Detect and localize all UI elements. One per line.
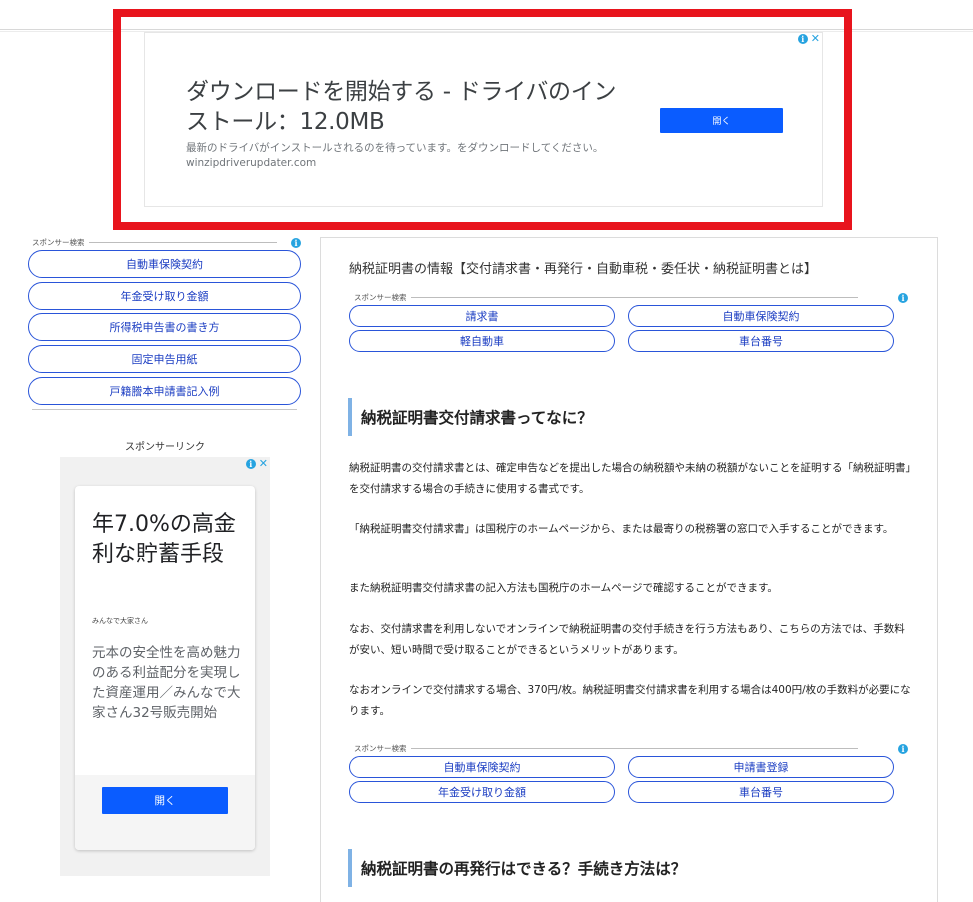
main-sponsor-search-2: スポンサー検索 i 自動車保険契約 申請書登録 年金受け取り金額 車台番号	[349, 743, 908, 803]
highlight-box	[113, 9, 852, 230]
sidebar-sponsor-search: スポンサー検索 i 自動車保険契約 年金受け取り金額 所得税申告書の書き方 固定…	[28, 237, 301, 408]
sponsor-label: スポンサー検索	[354, 744, 407, 753]
sidebar-ad-open-button[interactable]: 開く	[102, 787, 228, 814]
info-icon[interactable]: i	[898, 743, 908, 754]
sponsor-rule	[88, 242, 277, 243]
sidebar-ad-body: 元本の安全性を高め魅力のある利益配分を実現した資産運用／みんなで大家さん32号販…	[92, 645, 241, 721]
sponsor-label: スポンサー検索	[354, 293, 407, 302]
sidebar-ad-card[interactable]: 年7.0%の高金利な貯蓄手段 みんなで大家さん 元本の安全性を高め魅力のある利益…	[75, 486, 255, 850]
sponsor-link-car-insurance[interactable]: 自動車保険契約	[628, 305, 894, 327]
sidebar-link-4[interactable]: 戸籍謄本申請書記入例	[28, 376, 301, 405]
sponsor-link-chassis-number[interactable]: 車台番号	[628, 781, 894, 803]
info-icon[interactable]: i	[898, 292, 908, 303]
sidebar-link-3[interactable]: 固定申告用紙	[28, 345, 301, 374]
sponsor-link-seikyusho[interactable]: 請求書	[349, 305, 615, 327]
info-icon[interactable]: i	[291, 237, 301, 248]
sponsor-link-pension[interactable]: 年金受け取り金額	[349, 781, 615, 803]
sidebar-link-0[interactable]: 自動車保険契約	[28, 250, 301, 278]
paragraph-2: 「納税証明書交付請求書」は国税庁のホームページから、または最寄りの税務署の窓口で…	[349, 523, 894, 535]
sidebar-divider	[32, 409, 297, 410]
sidebar-ad[interactable]: i ✕ 年7.0%の高金利な貯蓄手段 みんなで大家さん 元本の安全性を高め魅力の…	[60, 457, 270, 876]
sponsor-links: 請求書 自動車保険契約 軽自動車 車台番号	[349, 305, 908, 352]
sponsor-header: スポンサー検索 i	[32, 237, 301, 248]
sponsor-header: スポンサー検索 i	[354, 743, 908, 754]
paragraph-5: なおオンラインで交付請求する場合、370円/枚。納税証明書交付請求書を利用する場…	[349, 684, 911, 717]
sponsor-links: 自動車保険契約 申請書登録 年金受け取り金額 車台番号	[349, 756, 908, 803]
info-icon[interactable]: i	[245, 458, 256, 469]
sponsor-rule	[410, 748, 858, 749]
sidebar-ad-title[interactable]: 年7.0%の高金利な貯蓄手段	[92, 510, 247, 570]
sponsor-link-kei-car[interactable]: 軽自動車	[349, 330, 615, 352]
main-sponsor-search-1: スポンサー検索 i 請求書 自動車保険契約 軽自動車 車台番号	[349, 292, 908, 352]
sponsor-link-car-insurance[interactable]: 自動車保険契約	[349, 756, 615, 778]
sidebar-link-2[interactable]: 所得税申告書の書き方	[28, 313, 301, 342]
sidebar-ad-footer: 開く	[75, 775, 255, 850]
paragraph-1: 納税証明書の交付請求書とは、確定申告などを提出した場合の納税額や未納の税額がない…	[349, 462, 911, 495]
page-title: 納税証明書の情報【交付請求書・再発行・自動車税・委任状・納税証明書とは】	[349, 262, 818, 277]
sidebar-ad-brand: みんなで大家さん	[92, 617, 148, 625]
sponsor-link-application[interactable]: 申請書登録	[628, 756, 894, 778]
sponsor-link-label: スポンサーリンク	[125, 442, 205, 453]
sidebar-link-1[interactable]: 年金受け取り金額	[28, 281, 301, 310]
sponsor-header: スポンサー検索 i	[354, 292, 908, 303]
ad-choices[interactable]: i ✕	[245, 458, 268, 469]
section-heading-1: 納税証明書交付請求書ってなに？	[348, 398, 908, 436]
page: i ✕ ダウンロードを開始する - ドライバのインストール：12.0MB 最新の…	[0, 0, 973, 902]
close-icon[interactable]: ✕	[259, 458, 268, 469]
sponsor-rule	[410, 297, 858, 298]
section-heading-2: 納税証明書の再発行はできる？手続き方法は？	[348, 849, 908, 887]
sponsor-link-chassis-number[interactable]: 車台番号	[628, 330, 894, 352]
paragraph-3: また納税証明書交付請求書の記入方法も国税庁のホームページで確認することができます…	[349, 582, 778, 594]
sponsor-label: スポンサー検索	[32, 238, 85, 247]
paragraph-4: なお、交付請求書を利用しないでオンラインで納税証明書の交付手続きを行う方法もあり…	[349, 623, 905, 656]
